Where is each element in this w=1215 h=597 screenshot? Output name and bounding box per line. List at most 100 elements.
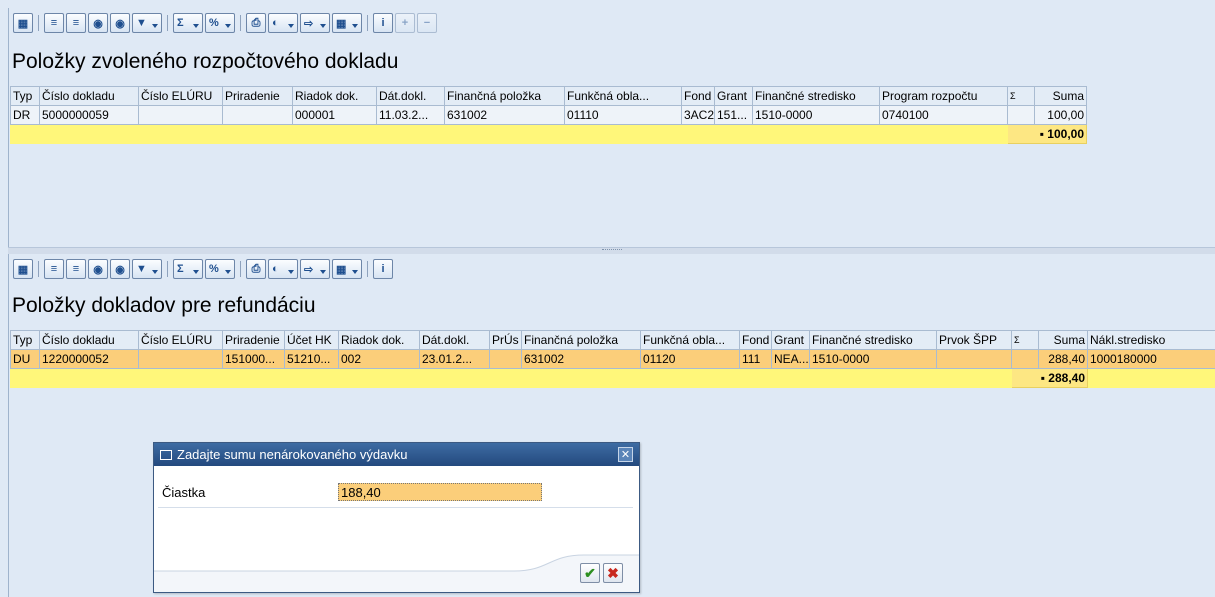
column-header[interactable]: Typ <box>10 86 40 106</box>
find-next-icon[interactable]: ◉ <box>110 13 130 33</box>
info-icon[interactable]: i <box>373 259 393 279</box>
filter-icon[interactable]: ▼ <box>132 13 162 33</box>
cell[interactable]: 23.01.2... <box>419 349 490 369</box>
column-header[interactable]: Číslo ELÚRU <box>138 330 223 350</box>
column-header[interactable]: Priradenie <box>222 86 293 106</box>
cell[interactable]: 51210... <box>284 349 339 369</box>
export-icon[interactable]: ⇨ <box>300 259 330 279</box>
views-icon[interactable]: ◐ <box>268 13 298 33</box>
column-header[interactable]: Suma <box>1034 86 1087 106</box>
amount-input[interactable] <box>338 483 542 501</box>
column-header[interactable]: Prvok ŠPP <box>936 330 1012 350</box>
sort-ascending-icon[interactable]: ≡ <box>44 259 64 279</box>
table-header: Typ Číslo dokladu Číslo ELÚRU Priradenie… <box>10 330 1215 350</box>
column-header[interactable]: Fond <box>681 86 715 106</box>
cell[interactable]: 0740100 <box>879 105 1008 125</box>
column-header[interactable]: Číslo ELÚRU <box>138 86 223 106</box>
cell[interactable] <box>222 105 293 125</box>
sort-descending-icon[interactable]: ≡ <box>66 13 86 33</box>
column-header[interactable]: Účet HK <box>284 330 339 350</box>
subtotal-icon[interactable]: % <box>205 13 235 33</box>
cell[interactable]: 1510-0000 <box>752 105 880 125</box>
cell[interactable] <box>936 349 1012 369</box>
cell[interactable] <box>138 105 223 125</box>
sum-icon[interactable]: Σ <box>173 259 203 279</box>
cell[interactable] <box>1007 105 1035 125</box>
cell[interactable]: DU <box>10 349 40 369</box>
column-header[interactable]: Dát.dokl. <box>419 330 490 350</box>
column-header[interactable]: Typ <box>10 330 40 350</box>
cell[interactable]: 631002 <box>521 349 641 369</box>
cell[interactable]: 100,00 <box>1034 105 1087 125</box>
column-header[interactable]: Grant <box>771 330 810 350</box>
print-icon[interactable]: ⎙ <box>246 13 266 33</box>
cell[interactable]: 288,40 <box>1038 349 1088 369</box>
column-header[interactable]: Suma <box>1038 330 1088 350</box>
enter-amount-dialog: Zadajte sumu nenárokovaného výdavku ✕ Či… <box>153 442 640 593</box>
cell[interactable]: 1220000052 <box>39 349 139 369</box>
column-header[interactable]: Fond <box>739 330 772 350</box>
cell[interactable]: 000001 <box>292 105 377 125</box>
column-header[interactable]: Číslo dokladu <box>39 86 139 106</box>
filter-icon[interactable]: ▼ <box>132 259 162 279</box>
details-icon[interactable]: ▦ <box>13 13 33 33</box>
cell[interactable]: DR <box>10 105 40 125</box>
column-header[interactable]: Riadok dok. <box>338 330 420 350</box>
cell[interactable]: 11.03.2... <box>376 105 445 125</box>
column-header[interactable]: Grant <box>714 86 753 106</box>
total-row: ▪ 100,00 <box>10 124 1087 144</box>
export-icon[interactable]: ⇨ <box>300 13 330 33</box>
sort-descending-icon[interactable]: ≡ <box>66 259 86 279</box>
column-header[interactable]: Priradenie <box>222 330 285 350</box>
column-header[interactable]: Dát.dokl. <box>376 86 445 106</box>
find-icon[interactable]: ◉ <box>88 13 108 33</box>
layout-icon[interactable]: ▦ <box>332 259 362 279</box>
cell[interactable]: 01120 <box>640 349 740 369</box>
column-header[interactable]: Nákl.stredisko <box>1087 330 1215 350</box>
cell[interactable]: 151000... <box>222 349 285 369</box>
info-icon[interactable]: i <box>373 13 393 33</box>
column-header[interactable]: Číslo dokladu <box>39 330 139 350</box>
find-next-icon[interactable]: ◉ <box>110 259 130 279</box>
column-header[interactable]: Finančné stredisko <box>809 330 937 350</box>
cell[interactable]: 111 <box>739 349 772 369</box>
column-header[interactable]: Finančná položka <box>521 330 641 350</box>
dialog-titlebar[interactable]: Zadajte sumu nenárokovaného výdavku <box>154 443 639 466</box>
column-header[interactable]: Riadok dok. <box>292 86 377 106</box>
print-icon[interactable]: ⎙ <box>246 259 266 279</box>
details-icon[interactable]: ▦ <box>13 259 33 279</box>
column-header[interactable]: Funkčná obla... <box>640 330 740 350</box>
cell[interactable] <box>489 349 522 369</box>
cell[interactable]: 1510-0000 <box>809 349 937 369</box>
splitter-grip[interactable] <box>601 249 622 253</box>
find-icon[interactable]: ◉ <box>88 259 108 279</box>
cell[interactable]: 151... <box>714 105 753 125</box>
sum-column-header[interactable]: Ʃ <box>1011 330 1039 350</box>
cell[interactable]: 631002 <box>444 105 565 125</box>
sum-icon[interactable]: Σ <box>173 13 203 33</box>
close-icon[interactable]: ✕ <box>618 447 633 462</box>
sort-ascending-icon[interactable]: ≡ <box>44 13 64 33</box>
column-header[interactable]: Finančná položka <box>444 86 565 106</box>
cell[interactable]: NEA... <box>771 349 810 369</box>
cell[interactable] <box>138 349 223 369</box>
cell[interactable]: 01110 <box>564 105 682 125</box>
sum-column-header[interactable]: Ʃ <box>1007 86 1035 106</box>
section-title: Položky dokladov pre refundáciu <box>12 294 316 317</box>
column-header[interactable]: Finančné stredisko <box>752 86 880 106</box>
cancel-icon[interactable]: ✖ <box>603 563 623 583</box>
cell[interactable]: 1000180000 <box>1087 349 1215 369</box>
checkmark-icon[interactable]: ✔ <box>580 563 600 583</box>
cell[interactable] <box>1011 349 1039 369</box>
column-header[interactable]: Program rozpočtu <box>879 86 1008 106</box>
cell[interactable]: 002 <box>338 349 420 369</box>
subtotal-icon[interactable]: % <box>205 259 235 279</box>
table-row[interactable]: DU 1220000052 151000... 51210... 002 23.… <box>10 349 1215 369</box>
column-header[interactable]: PrÚs <box>489 330 522 350</box>
column-header[interactable]: Funkčná obla... <box>564 86 682 106</box>
views-icon[interactable]: ◐ <box>268 259 298 279</box>
cell[interactable]: 5000000059 <box>39 105 139 125</box>
table-row[interactable]: DR 5000000059 000001 11.03.2... 631002 0… <box>10 105 1087 125</box>
cell[interactable]: 3AC2 <box>681 105 715 125</box>
layout-icon[interactable]: ▦ <box>332 13 362 33</box>
